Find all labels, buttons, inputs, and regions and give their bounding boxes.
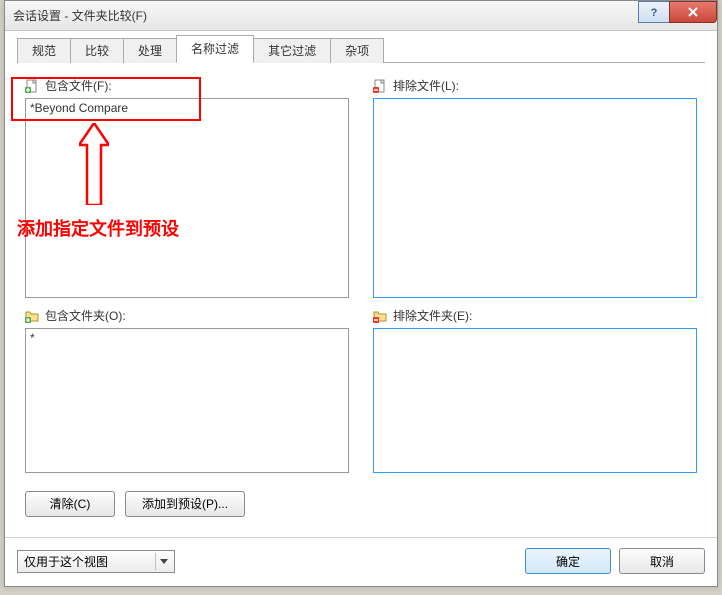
tab-guifan[interactable]: 规范 [17, 38, 71, 63]
include-files-input[interactable] [25, 98, 349, 298]
window-buttons: ? [639, 1, 717, 23]
name-filter-pane: 包含文件(F): 排除文件(L): 包含文件夹(O): [17, 63, 705, 517]
svg-text:?: ? [651, 7, 658, 18]
scope-dropdown-label: 仅用于这个视图 [24, 553, 108, 570]
exclude-folders-input[interactable] [373, 328, 697, 473]
clear-button[interactable]: 清除(C) [25, 491, 115, 517]
include-folders-section: 包含文件夹(O): [25, 307, 349, 476]
scope-dropdown[interactable]: 仅用于这个视图 [17, 550, 175, 573]
tab-misc[interactable]: 杂项 [330, 38, 384, 63]
exclude-folders-section: 排除文件夹(E): [373, 307, 697, 476]
include-files-section: 包含文件(F): [25, 77, 349, 301]
exclude-folders-label: 排除文件夹(E): [373, 307, 697, 324]
exclude-files-section: 排除文件(L): [373, 77, 697, 301]
button-row: 清除(C) 添加到预设(P)... [25, 491, 349, 517]
tab-bar: 规范 比较 处理 名称过滤 其它过滤 杂项 [17, 39, 705, 63]
folder-exclude-icon [373, 309, 387, 323]
dialog-window: 会话设置 - 文件夹比较(F) ? 规范 比较 处理 名称过滤 其它过滤 杂项 … [4, 0, 718, 587]
cancel-button[interactable]: 取消 [619, 548, 705, 574]
footer: 仅用于这个视图 确定 取消 [5, 548, 717, 586]
tab-other-filter[interactable]: 其它过滤 [253, 38, 331, 63]
ok-button[interactable]: 确定 [525, 548, 611, 574]
window-title: 会话设置 - 文件夹比较(F) [13, 7, 147, 24]
tab-bijiao[interactable]: 比较 [70, 38, 124, 63]
include-files-label: 包含文件(F): [25, 77, 349, 94]
exclude-files-input[interactable] [373, 98, 697, 298]
footer-separator [5, 537, 717, 538]
titlebar: 会话设置 - 文件夹比较(F) ? [5, 1, 717, 31]
tab-chuli[interactable]: 处理 [123, 38, 177, 63]
content-area: 规范 比较 处理 名称过滤 其它过滤 杂项 包含文件(F): 排除文件(L): [5, 31, 717, 527]
include-folders-label: 包含文件夹(O): [25, 307, 349, 324]
file-include-icon [25, 79, 39, 93]
help-button[interactable]: ? [638, 1, 670, 23]
folder-include-icon [25, 309, 39, 323]
chevron-down-icon [155, 553, 172, 570]
tab-name-filter[interactable]: 名称过滤 [176, 35, 254, 63]
exclude-files-label: 排除文件(L): [373, 77, 697, 94]
add-to-preset-button[interactable]: 添加到预设(P)... [125, 491, 245, 517]
file-exclude-icon [373, 79, 387, 93]
close-button[interactable] [669, 1, 717, 23]
include-folders-input[interactable] [25, 328, 349, 473]
